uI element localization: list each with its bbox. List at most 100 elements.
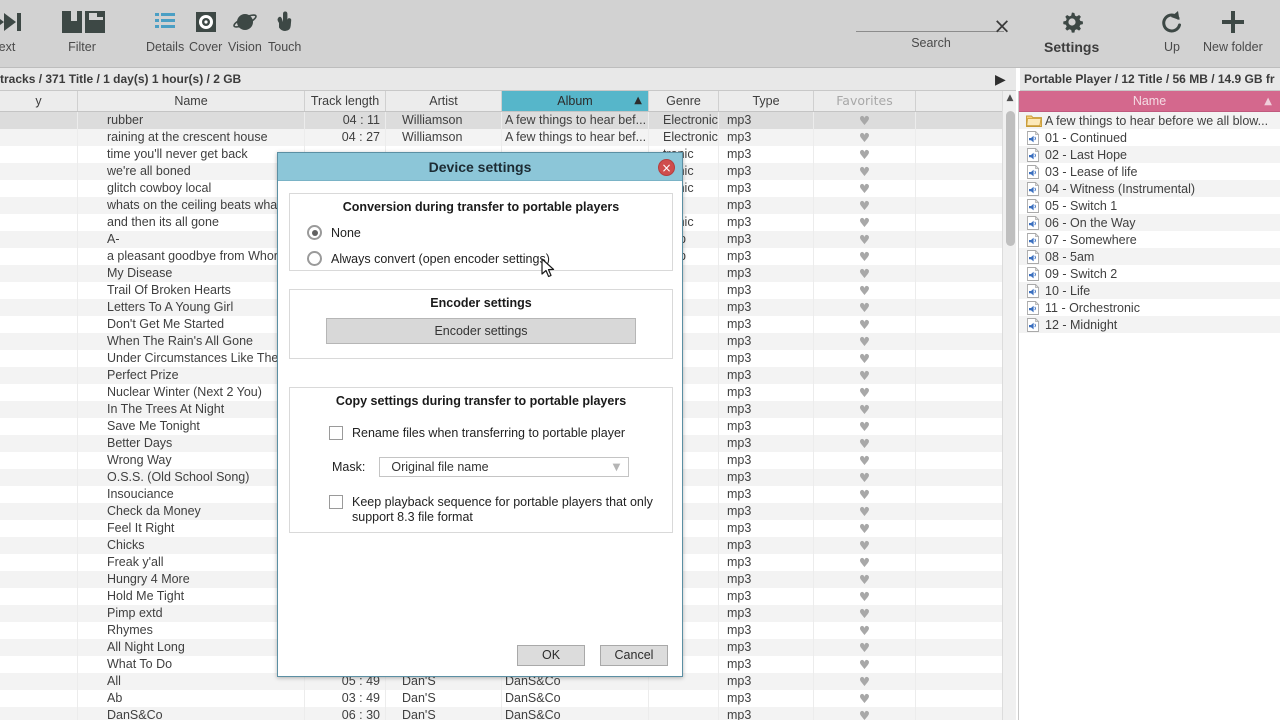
- rename-files-checkbox[interactable]: [329, 426, 343, 440]
- column-header-name[interactable]: Name: [78, 91, 305, 111]
- favorite-heart-icon[interactable]: ♥: [814, 401, 916, 418]
- favorite-heart-icon[interactable]: ♥: [814, 316, 916, 333]
- mask-select[interactable]: Original file name ▼: [379, 457, 630, 477]
- search-input[interactable]: [856, 8, 1004, 32]
- radio-none-icon[interactable]: [307, 225, 322, 240]
- toolbar-button-vision[interactable]: Vision: [228, 4, 262, 54]
- favorite-heart-icon[interactable]: ♥: [814, 350, 916, 367]
- favorite-heart-icon[interactable]: ♥: [814, 469, 916, 486]
- toolbar-button-filter[interactable]: Filter: [58, 4, 106, 54]
- search-clear-icon[interactable]: ×: [992, 16, 1012, 37]
- scroll-up-icon[interactable]: ▲: [1003, 93, 1017, 103]
- expand-arrow-icon[interactable]: ▶: [995, 72, 1006, 88]
- favorite-heart-icon[interactable]: ♥: [814, 554, 916, 571]
- list-item[interactable]: 07 - Somewhere: [1019, 231, 1280, 248]
- toolbar-label-vision: Vision: [228, 40, 262, 54]
- table-scrollbar[interactable]: ▲: [1002, 91, 1016, 720]
- favorite-heart-icon[interactable]: ♥: [814, 588, 916, 605]
- cancel-button[interactable]: Cancel: [600, 645, 668, 666]
- favorite-heart-icon[interactable]: ♥: [814, 384, 916, 401]
- column-header-y[interactable]: y: [0, 91, 78, 111]
- toolbar-button-up[interactable]: Up: [1158, 4, 1186, 54]
- encoder-settings-button[interactable]: Encoder settings: [326, 318, 636, 344]
- vision-icon: [232, 4, 258, 40]
- list-item[interactable]: 01 - Continued: [1019, 129, 1280, 146]
- favorite-heart-icon[interactable]: ♥: [814, 622, 916, 639]
- close-icon[interactable]: ×: [658, 159, 675, 176]
- column-header-blank[interactable]: [916, 91, 1016, 111]
- list-item[interactable]: 09 - Switch 2: [1019, 265, 1280, 282]
- favorite-heart-icon[interactable]: ♥: [814, 282, 916, 299]
- list-item[interactable]: 05 - Switch 1: [1019, 197, 1280, 214]
- favorite-heart-icon[interactable]: ♥: [814, 299, 916, 316]
- toolbar-label-up: Up: [1164, 40, 1180, 54]
- rename-files-checkbox-row[interactable]: Rename files when transferring to portab…: [290, 426, 672, 440]
- cell-blank: [916, 163, 1016, 180]
- toolbar-button-next[interactable]: ext: [0, 4, 24, 54]
- list-item[interactable]: 12 - Midnight: [1019, 316, 1280, 333]
- favorite-heart-icon[interactable]: ♥: [814, 129, 916, 146]
- list-item[interactable]: 06 - On the Way: [1019, 214, 1280, 231]
- table-row[interactable]: rubber 04 : 11 Williamson A few things to h…: [0, 112, 1016, 129]
- favorite-heart-icon[interactable]: ♥: [814, 571, 916, 588]
- list-item[interactable]: 08 - 5am: [1019, 248, 1280, 265]
- ok-button[interactable]: OK: [517, 645, 585, 666]
- toolbar-label-next: ext: [0, 40, 16, 54]
- scrollbar-thumb[interactable]: [1006, 111, 1015, 246]
- list-item[interactable]: 04 - Witness (Instrumental): [1019, 180, 1280, 197]
- favorite-heart-icon[interactable]: ♥: [814, 503, 916, 520]
- favorite-heart-icon[interactable]: ♥: [814, 435, 916, 452]
- toolbar-button-settings[interactable]: Settings: [1044, 4, 1099, 54]
- column-header-genre[interactable]: Genre: [649, 91, 719, 111]
- favorite-heart-icon[interactable]: ♥: [814, 656, 916, 673]
- favorite-heart-icon[interactable]: ♥: [814, 180, 916, 197]
- device-column-header-name[interactable]: Name ▲: [1019, 91, 1280, 112]
- favorite-heart-icon[interactable]: ♥: [814, 214, 916, 231]
- radio-option-always-convert[interactable]: Always convert (open encoder settings): [290, 251, 672, 266]
- favorite-heart-icon[interactable]: ♥: [814, 707, 916, 720]
- cell-type: mp3: [719, 418, 814, 435]
- radio-always-convert-icon[interactable]: [307, 251, 322, 266]
- favorite-heart-icon[interactable]: ♥: [814, 537, 916, 554]
- cell-blank: [916, 214, 1016, 231]
- list-item-label: 02 - Last Hope: [1045, 147, 1127, 162]
- column-header-favorites[interactable]: Favorites: [814, 91, 916, 111]
- column-header-artist[interactable]: Artist: [386, 91, 502, 111]
- toolbar-button-details[interactable]: Details: [146, 4, 184, 54]
- column-header-type[interactable]: Type: [719, 91, 814, 111]
- toolbar-button-touch[interactable]: Touch: [268, 4, 301, 54]
- list-item[interactable]: A few things to hear before we all blow.…: [1019, 112, 1280, 129]
- favorite-heart-icon[interactable]: ♥: [814, 452, 916, 469]
- favorite-heart-icon[interactable]: ♥: [814, 605, 916, 622]
- list-item[interactable]: 10 - Life: [1019, 282, 1280, 299]
- favorite-heart-icon[interactable]: ♥: [814, 112, 916, 129]
- favorite-heart-icon[interactable]: ♥: [814, 163, 916, 180]
- favorite-heart-icon[interactable]: ♥: [814, 520, 916, 537]
- favorite-heart-icon[interactable]: ♥: [814, 333, 916, 350]
- cell-blank: [916, 690, 1016, 707]
- favorite-heart-icon[interactable]: ♥: [814, 146, 916, 163]
- favorite-heart-icon[interactable]: ♥: [814, 367, 916, 384]
- toolbar-button-new-folder[interactable]: New folder: [1203, 4, 1263, 54]
- list-item[interactable]: 02 - Last Hope: [1019, 146, 1280, 163]
- favorite-heart-icon[interactable]: ♥: [814, 231, 916, 248]
- favorite-heart-icon[interactable]: ♥: [814, 265, 916, 282]
- column-header-album[interactable]: Album ▲: [502, 91, 649, 111]
- radio-option-none[interactable]: None: [290, 225, 672, 240]
- favorite-heart-icon[interactable]: ♥: [814, 248, 916, 265]
- favorite-heart-icon[interactable]: ♥: [814, 639, 916, 656]
- favorite-heart-icon[interactable]: ♥: [814, 673, 916, 690]
- favorite-heart-icon[interactable]: ♥: [814, 690, 916, 707]
- keep-sequence-checkbox-row[interactable]: Keep playback sequence for portable play…: [290, 495, 672, 525]
- list-item[interactable]: 11 - Orchestronic: [1019, 299, 1280, 316]
- column-header-track-length[interactable]: Track length: [305, 91, 386, 111]
- list-item[interactable]: 03 - Lease of life: [1019, 163, 1280, 180]
- table-row[interactable]: DanS&Co 06 : 30 Dan'S DanS&Co mp3 ♥: [0, 707, 1016, 720]
- favorite-heart-icon[interactable]: ♥: [814, 197, 916, 214]
- table-row[interactable]: Ab 03 : 49 Dan'S DanS&Co mp3 ♥: [0, 690, 1016, 707]
- keep-sequence-checkbox[interactable]: [329, 495, 343, 509]
- toolbar-button-cover[interactable]: Cover: [189, 4, 222, 54]
- favorite-heart-icon[interactable]: ♥: [814, 418, 916, 435]
- table-row[interactable]: raining at the crescent house 04 : 27 Will…: [0, 129, 1016, 146]
- favorite-heart-icon[interactable]: ♥: [814, 486, 916, 503]
